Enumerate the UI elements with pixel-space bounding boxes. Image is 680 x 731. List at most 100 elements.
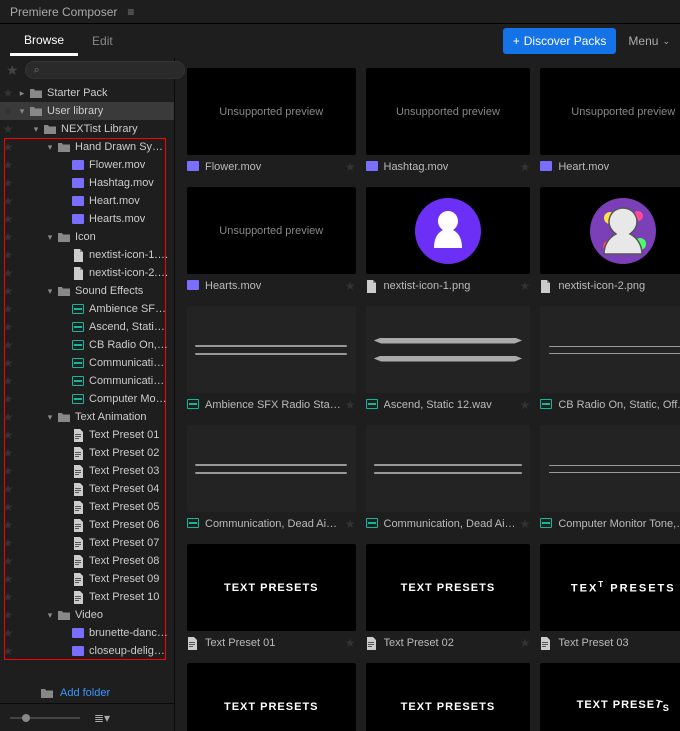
chevron-down-icon[interactable]: ▾ [44,286,56,297]
star-icon[interactable]: ★ [520,160,531,174]
tree-row-text-preset-09[interactable]: ★Text Preset 09 [0,570,174,588]
tree-row-closeup-delight-[interactable]: ★closeup-delight… [0,642,174,660]
star-icon[interactable]: ★ [345,398,356,412]
star-icon[interactable]: ★ [520,398,531,412]
star-icon[interactable]: ★ [0,410,16,424]
star-icon[interactable]: ★ [520,636,531,650]
star-icon[interactable]: ★ [0,338,16,352]
tab-browse[interactable]: Browse [10,27,78,56]
tree-row-text-preset-08[interactable]: ★Text Preset 08 [0,552,174,570]
tree-row-flower-mov[interactable]: ★Flower.mov [0,156,174,174]
grid-card[interactable]: TEXT PRESETS [366,663,531,731]
tree-row-ascend-static-[interactable]: ★Ascend, Static … [0,318,174,336]
tree-row-text-preset-07[interactable]: ★Text Preset 07 [0,534,174,552]
star-icon[interactable]: ★ [0,554,16,568]
thumbnail[interactable] [366,187,531,274]
chevron-right-icon[interactable]: ▸ [16,88,28,99]
star-icon[interactable]: ★ [345,517,356,531]
grid-card[interactable]: Unsupported previewHeart.mov★ [540,68,680,175]
star-icon[interactable]: ★ [0,446,16,460]
star-icon[interactable]: ★ [0,356,16,370]
grid-card[interactable]: TEXT PRESETSText Preset 03★ [540,544,680,651]
tree-row-text-animation[interactable]: ★▾Text Animation [0,408,174,426]
thumbnail[interactable]: TEXT PRESETS [366,544,531,631]
tree-row-ambience-sfx-[interactable]: ★Ambience SFX … [0,300,174,318]
star-icon[interactable]: ★ [0,374,16,388]
chevron-down-icon[interactable]: ▾ [44,232,56,243]
thumbnail[interactable]: Unsupported preview [187,68,356,155]
star-icon[interactable]: ★ [0,482,16,496]
tree-row-brunette-danci-[interactable]: ★brunette-danci… [0,624,174,642]
grid-card[interactable]: CB Radio On, Static, Off.…★ [540,306,680,413]
tree-row-computer-mon-[interactable]: ★Computer Mon… [0,390,174,408]
star-icon[interactable]: ★ [0,644,16,658]
star-icon[interactable]: ★ [6,62,19,79]
star-icon[interactable]: ★ [0,104,16,118]
tree-row-text-preset-10[interactable]: ★Text Preset 10 [0,588,174,606]
grid-card[interactable]: Computer Monitor Tone,…★ [540,425,680,532]
thumbnail[interactable]: TEXT PRESETS [540,544,680,631]
star-icon[interactable]: ★ [0,518,16,532]
tree-row-text-preset-01[interactable]: ★Text Preset 01 [0,426,174,444]
tree-row-text-preset-02[interactable]: ★Text Preset 02 [0,444,174,462]
star-icon[interactable]: ★ [0,212,16,226]
thumbnail[interactable] [187,425,356,512]
tree-row-user-library[interactable]: ★▾User library [0,102,174,120]
star-icon[interactable]: ★ [0,428,16,442]
tree-row-text-preset-05[interactable]: ★Text Preset 05 [0,498,174,516]
star-icon[interactable]: ★ [0,266,16,280]
star-icon[interactable]: ★ [0,158,16,172]
chevron-down-icon[interactable]: ▾ [44,412,56,423]
chevron-down-icon[interactable]: ▾ [44,610,56,621]
tree-row-icon[interactable]: ★▾Icon [0,228,174,246]
tree-row-hashtag-mov[interactable]: ★Hashtag.mov [0,174,174,192]
star-icon[interactable]: ★ [0,536,16,550]
chevron-down-icon[interactable]: ▾ [44,142,56,153]
chevron-down-icon[interactable]: ▾ [30,124,42,135]
discover-packs-button[interactable]: + Discover Packs [503,28,617,54]
star-icon[interactable]: ★ [0,140,16,154]
star-icon[interactable]: ★ [0,572,16,586]
tree-row-starter-pack[interactable]: ★▸Starter Pack [0,84,174,102]
tree-row-communicatio-[interactable]: ★Communicatio… [0,372,174,390]
thumbnail[interactable]: TEXT PRESETS [187,663,356,731]
thumbnail[interactable] [187,306,356,393]
chevron-down-icon[interactable]: ▾ [16,106,28,117]
tree-row-communicatio-[interactable]: ★Communicatio… [0,354,174,372]
grid-card[interactable]: TEXT PRESETS [187,663,356,731]
tree-row-nextist-library[interactable]: ★▾NEXTist Library [0,120,174,138]
thumbnail[interactable] [540,306,680,393]
tree-row-heart-mov[interactable]: ★Heart.mov [0,192,174,210]
star-icon[interactable]: ★ [0,302,16,316]
tree-row-text-preset-06[interactable]: ★Text Preset 06 [0,516,174,534]
grid-card[interactable]: Communication, Dead Ai…★ [366,425,531,532]
tree-row-hand-drawn-sym-[interactable]: ★▾Hand Drawn Sym… [0,138,174,156]
tab-edit[interactable]: Edit [78,28,127,54]
star-icon[interactable]: ★ [345,279,356,293]
grid-card[interactable]: TEXT PRESETSText Preset 02★ [366,544,531,651]
star-icon[interactable]: ★ [520,279,531,293]
thumbnail[interactable]: TEXT PRESETS [540,663,680,731]
tree-row-nextist-icon-2-[interactable]: ★nextist-icon-2.… [0,264,174,282]
star-icon[interactable]: ★ [0,320,16,334]
thumbnail[interactable]: Unsupported preview [187,187,356,274]
thumbnail[interactable] [540,425,680,512]
star-icon[interactable]: ★ [0,464,16,478]
grid-card[interactable]: Unsupported previewHearts.mov★ [187,187,356,294]
tree-row-nextist-icon-1-[interactable]: ★nextist-icon-1.… [0,246,174,264]
thumbnail[interactable] [540,187,680,274]
search-input[interactable] [25,61,185,79]
tree-row-hearts-mov[interactable]: ★Hearts.mov [0,210,174,228]
view-mode-button[interactable]: ≣▾ [94,711,110,725]
star-icon[interactable]: ★ [0,194,16,208]
thumbnail[interactable] [366,306,531,393]
star-icon[interactable]: ★ [0,608,16,622]
star-icon[interactable]: ★ [345,160,356,174]
tree-row-sound-effects[interactable]: ★▾Sound Effects [0,282,174,300]
grid-card[interactable]: TEXT PRESETS [540,663,680,731]
grid-card[interactable]: Unsupported previewHashtag.mov★ [366,68,531,175]
star-icon[interactable]: ★ [0,230,16,244]
tree-row-text-preset-04[interactable]: ★Text Preset 04 [0,480,174,498]
tree-row-cb-radio-on-s-[interactable]: ★CB Radio On, S… [0,336,174,354]
tree-row-video[interactable]: ★▾Video [0,606,174,624]
